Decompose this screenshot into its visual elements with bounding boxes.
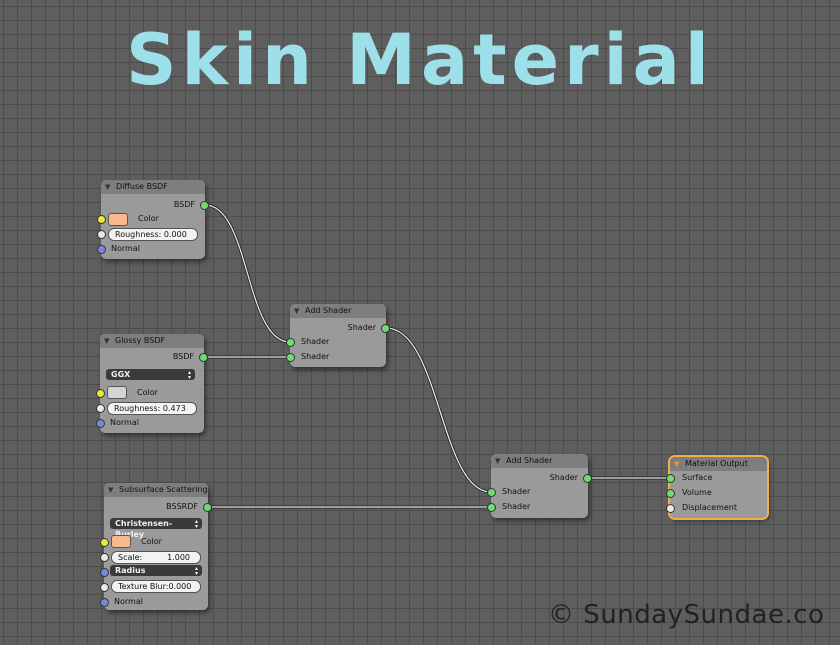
color-swatch[interactable]	[108, 213, 128, 226]
surface-input-socket[interactable]	[666, 474, 675, 483]
radius-input-socket[interactable]	[100, 568, 109, 577]
copyright-watermark: © SundaySundae.co	[548, 600, 825, 630]
output-label: BSDF	[172, 352, 194, 361]
dropdown-value: GGX	[111, 370, 131, 379]
node-header[interactable]: ▼ Subsurface Scattering	[104, 483, 208, 497]
collapse-triangle-icon[interactable]: ▼	[108, 483, 113, 497]
node-title: Add Shader	[305, 306, 352, 315]
roughness-field[interactable]: Roughness: 0.473	[107, 402, 197, 415]
normal-input-socket[interactable]	[97, 245, 106, 254]
collapse-triangle-icon[interactable]: ▼	[104, 334, 109, 348]
scale-input-socket[interactable]	[100, 553, 109, 562]
color-label: Color	[138, 214, 159, 223]
normal-label: Normal	[110, 418, 139, 427]
color-input-socket[interactable]	[96, 389, 105, 398]
shader-input-socket-2[interactable]	[487, 503, 496, 512]
subsurface-scattering-node[interactable]: ▼ Subsurface Scattering BSSRDF Christense…	[100, 483, 212, 610]
shader-input-label: Shader	[301, 337, 330, 346]
material-output-node[interactable]: ▼ Material Output Surface Volume Displace…	[666, 455, 769, 520]
roughness-input-socket[interactable]	[96, 404, 105, 413]
node-title: Add Shader	[506, 456, 553, 465]
displacement-label: Displacement	[682, 503, 737, 512]
color-swatch[interactable]	[107, 386, 127, 399]
shader-input-socket-1[interactable]	[286, 338, 295, 347]
normal-input-socket[interactable]	[96, 419, 105, 428]
node-title: Diffuse BSDF	[116, 182, 168, 191]
link-add1-to-add2	[384, 326, 493, 494]
roughness-field[interactable]: Roughness: 0.000	[108, 228, 198, 241]
shader-input-label: Shader	[502, 502, 531, 511]
color-label: Color	[141, 537, 162, 546]
shader-input-socket-2[interactable]	[286, 353, 295, 362]
add-shader-node-2[interactable]: ▼ Add Shader Shader Shader Shader	[487, 454, 592, 518]
shader-input-label: Shader	[502, 487, 531, 496]
output-label: Shader	[347, 323, 376, 332]
scale-label: Scale:	[118, 553, 143, 562]
node-title: Subsurface Scattering	[119, 485, 208, 494]
texture-blur-input-socket[interactable]	[100, 583, 109, 592]
diffuse-bsdf-node[interactable]: ▼ Diffuse BSDF BSDF Color Roughness: 0.00…	[97, 180, 209, 259]
shader-output-socket[interactable]	[583, 474, 592, 483]
volume-input-socket[interactable]	[666, 489, 675, 498]
falloff-dropdown[interactable]: Christensen-Burley▴▾	[110, 518, 202, 539]
collapse-triangle-icon[interactable]: ▼	[495, 454, 500, 468]
shader-input-label: Shader	[301, 352, 330, 361]
shader-input-socket-1[interactable]	[487, 488, 496, 497]
volume-label: Volume	[682, 488, 712, 497]
node-title: Glossy BSDF	[115, 336, 166, 345]
color-swatch[interactable]	[111, 535, 131, 548]
shader-output-socket[interactable]	[381, 324, 390, 333]
node-title: Material Output	[685, 459, 748, 468]
dropdown-value: Radius	[115, 566, 146, 575]
node-header[interactable]: ▼ Add Shader	[491, 454, 588, 468]
displacement-input-socket[interactable]	[666, 504, 675, 513]
node-header[interactable]: ▼ Material Output	[670, 457, 767, 471]
node-header[interactable]: ▼ Glossy BSDF	[100, 334, 204, 348]
roughness-input-socket[interactable]	[97, 230, 106, 239]
output-label: Shader	[549, 473, 578, 482]
radius-dropdown[interactable]: Radius ▴ ▾	[110, 565, 202, 577]
texture-blur-field[interactable]: Texture Blur:0.000	[111, 580, 201, 593]
normal-label: Normal	[114, 597, 143, 606]
normal-label: Normal	[111, 244, 140, 253]
bsdf-output-socket[interactable]	[199, 353, 208, 362]
output-label: BSSRDF	[166, 502, 198, 511]
updown-arrow-icon: ▴ ▾	[187, 369, 191, 381]
node-header[interactable]: ▼ Add Shader	[290, 304, 386, 318]
color-input-socket[interactable]	[97, 215, 106, 224]
collapse-triangle-icon[interactable]: ▼	[294, 304, 299, 318]
collapse-triangle-icon[interactable]: ▼	[105, 180, 110, 194]
color-label: Color	[137, 388, 158, 397]
bssrdf-output-socket[interactable]	[203, 503, 212, 512]
normal-input-socket[interactable]	[100, 598, 109, 607]
color-input-socket[interactable]	[100, 538, 109, 547]
distribution-dropdown[interactable]: GGX ▴ ▾	[106, 369, 195, 381]
bsdf-output-socket[interactable]	[200, 201, 209, 210]
node-header[interactable]: ▼ Diffuse BSDF	[101, 180, 205, 194]
glossy-bsdf-node[interactable]: ▼ Glossy BSDF BSDF GGX ▴ ▾ Color Roughness:…	[96, 334, 208, 433]
collapse-triangle-icon[interactable]: ▼	[674, 457, 679, 471]
add-shader-node-1[interactable]: ▼ Add Shader Shader Shader Shader	[286, 304, 390, 367]
scale-value: 1.000	[167, 553, 190, 562]
surface-label: Surface	[682, 473, 713, 482]
updown-arrow-icon: ▴ ▾	[194, 518, 198, 530]
output-label: BSDF	[173, 200, 195, 209]
updown-arrow-icon: ▴ ▾	[194, 565, 198, 577]
scale-field[interactable]: Scale: 1.000	[111, 551, 201, 564]
